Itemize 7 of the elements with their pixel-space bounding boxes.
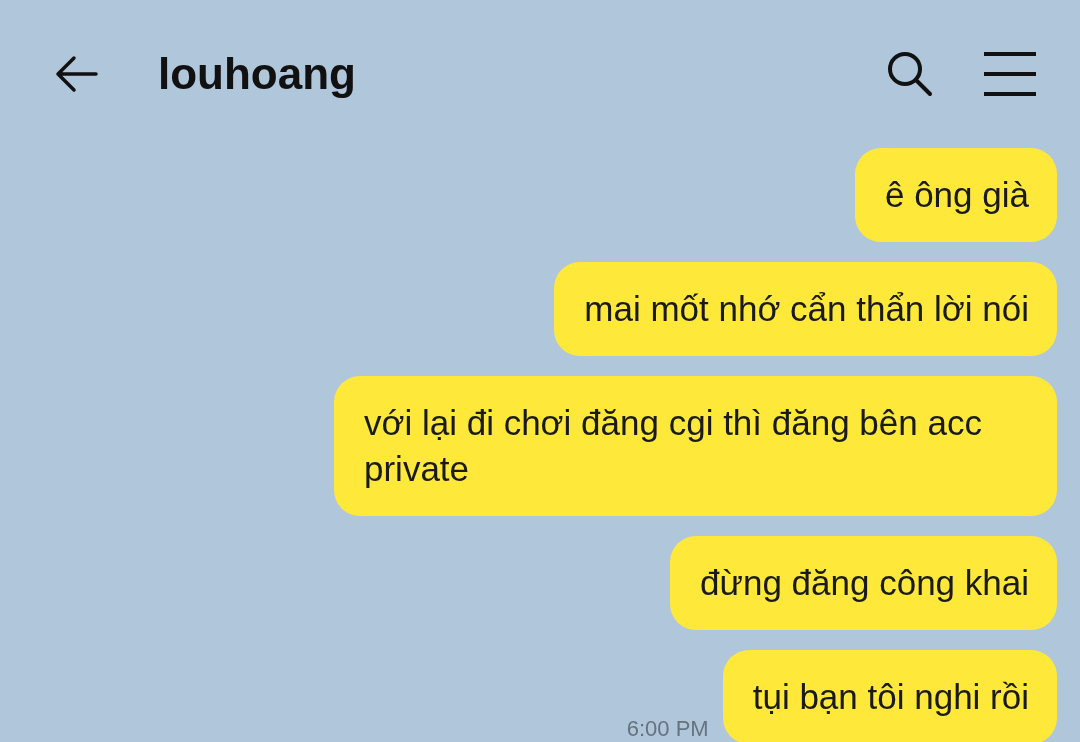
message-bubble: tụi bạn tôi nghi rồi [722, 650, 1057, 742]
chat-title: louhoang [158, 49, 357, 99]
message-time: 6:00 PM [626, 716, 709, 742]
message-bubble: với lại đi chơi đăng cgi thì đăng bên acc private [334, 376, 1057, 516]
message-bubble: ê ông già [854, 148, 1057, 242]
message-bubble: đừng đăng công khai [670, 536, 1057, 630]
message-bubble: mai mốt nhớ cẩn thẩn lời nói [554, 262, 1057, 356]
